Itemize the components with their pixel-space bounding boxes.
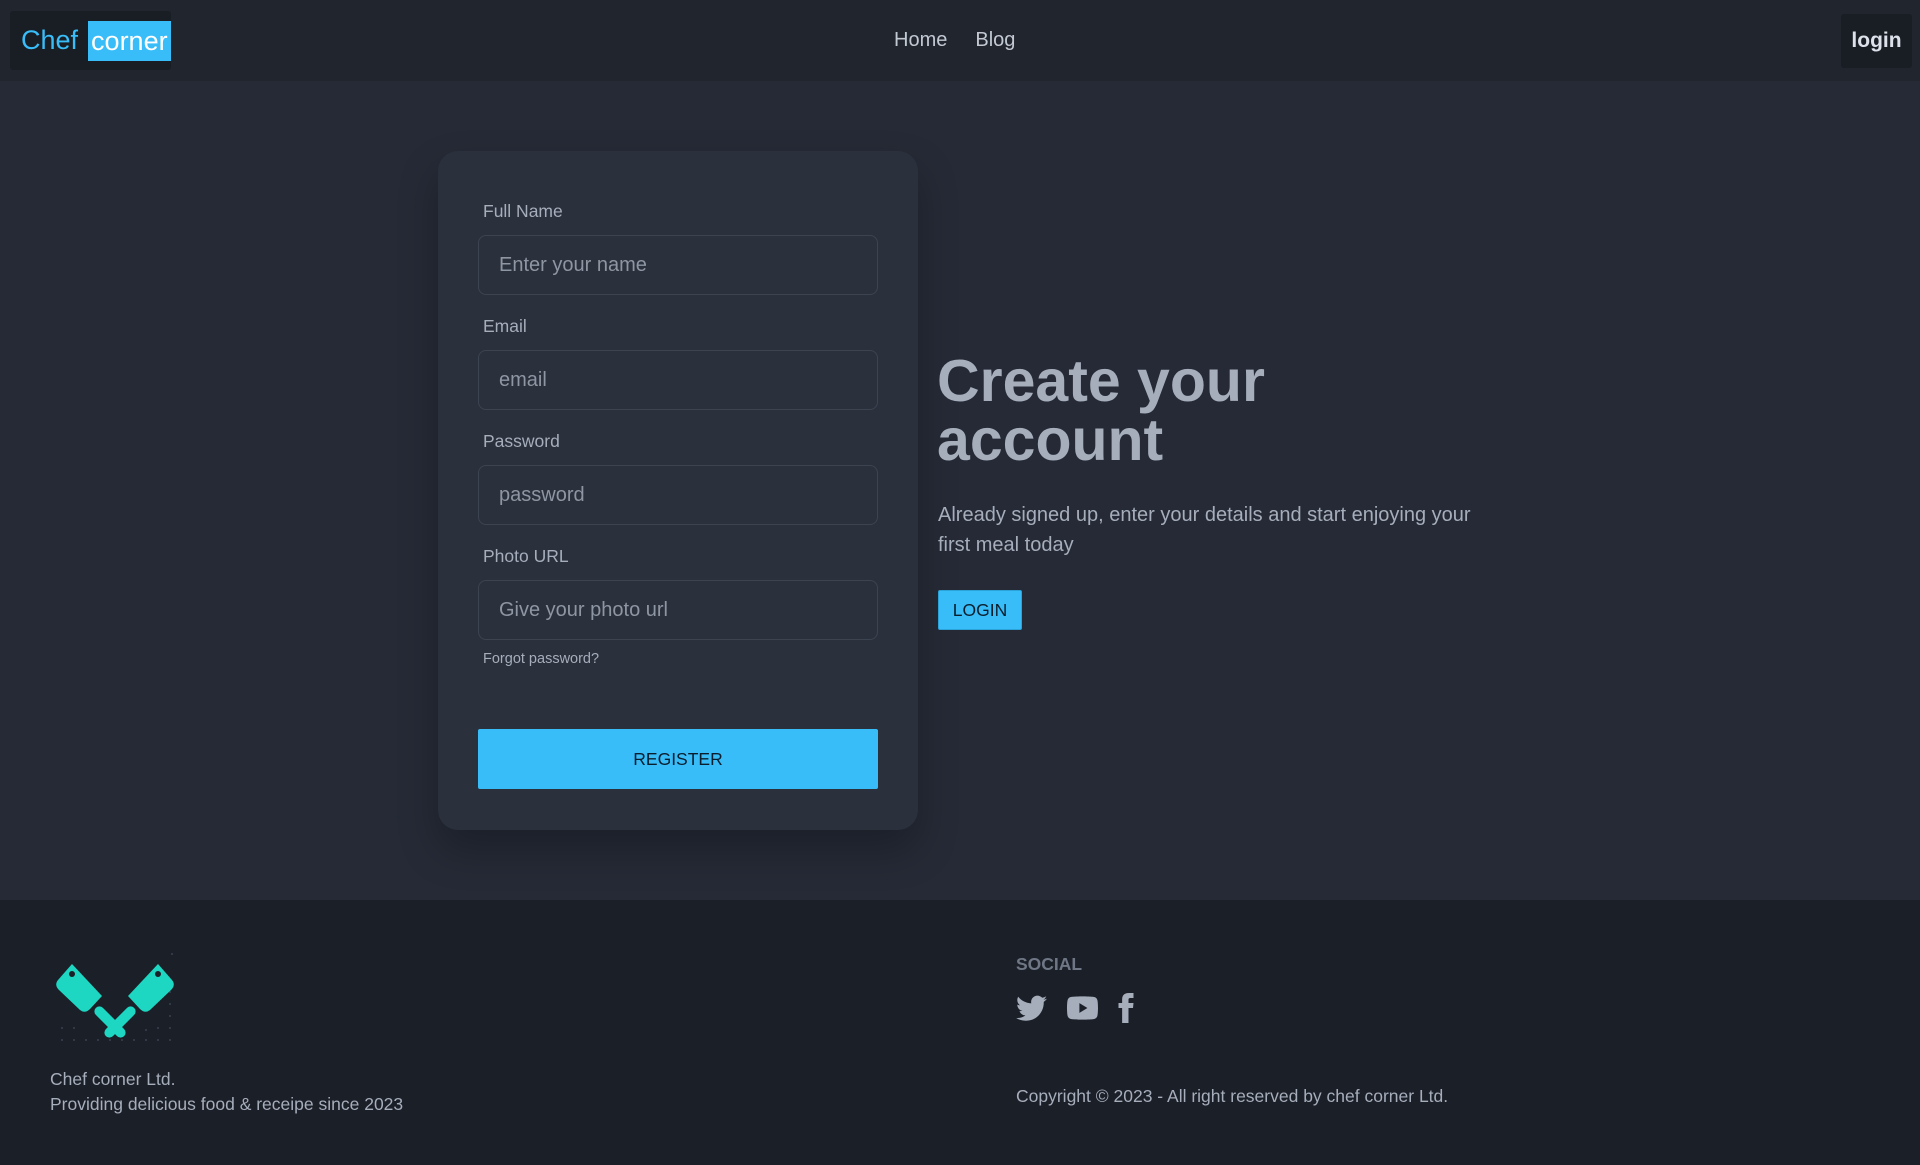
title-line-1: Create your [937,348,1265,414]
facebook-icon[interactable] [1118,993,1134,1028]
copyright-text: Copyright © 2023 - All right reserved by… [1016,1086,1449,1106]
company-info: Chef corner Ltd. Providing delicious foo… [50,1067,403,1117]
company-tagline: Providing delicious food & receipe since… [50,1094,404,1114]
navbar: Chef corner Home Blog login [0,0,1920,81]
register-button[interactable]: REGISTER [478,729,878,789]
brand-text-chef: Chef [21,25,79,55]
password-label: Password [483,431,560,451]
email-input[interactable] [478,350,878,410]
full-name-input[interactable] [478,235,878,295]
social-heading: SOCIAL [1016,954,1083,974]
page-title: Create your account [937,352,1437,470]
nav-home-link[interactable]: Home [880,29,961,52]
brand-logo[interactable]: Chef corner [10,11,171,70]
company-name: Chef corner Ltd. [50,1069,176,1089]
hero-description-line-1: Already signed up, enter your details an… [938,504,1471,526]
nav-blog-link[interactable]: Blog [961,29,1029,52]
footer: Chef corner Ltd. Providing delicious foo… [0,900,1920,1165]
youtube-icon[interactable] [1067,996,1098,1025]
title-line-2: account [937,407,1164,473]
nav-links: Home Blog [880,0,1029,81]
register-card: Full Name Email Password Photo URL Forgo… [438,151,918,830]
photo-url-label: Photo URL [483,546,569,566]
brand-text-corner: corner [88,20,171,61]
email-label: Email [483,316,527,336]
password-input[interactable] [478,465,878,525]
social-links [1016,993,1134,1028]
photo-url-input[interactable] [478,580,878,640]
login-button[interactable]: LOGIN [938,590,1022,630]
forgot-password-link[interactable]: Forgot password? [483,651,599,667]
hero-description-line-2: first meal today [938,534,1074,556]
full-name-label: Full Name [483,201,563,221]
cleaver-logo-icon [50,950,180,1052]
hero-description: Already signed up, enter your details an… [938,500,1498,560]
nav-login-button[interactable]: login [1841,14,1912,68]
twitter-icon[interactable] [1016,995,1047,1027]
